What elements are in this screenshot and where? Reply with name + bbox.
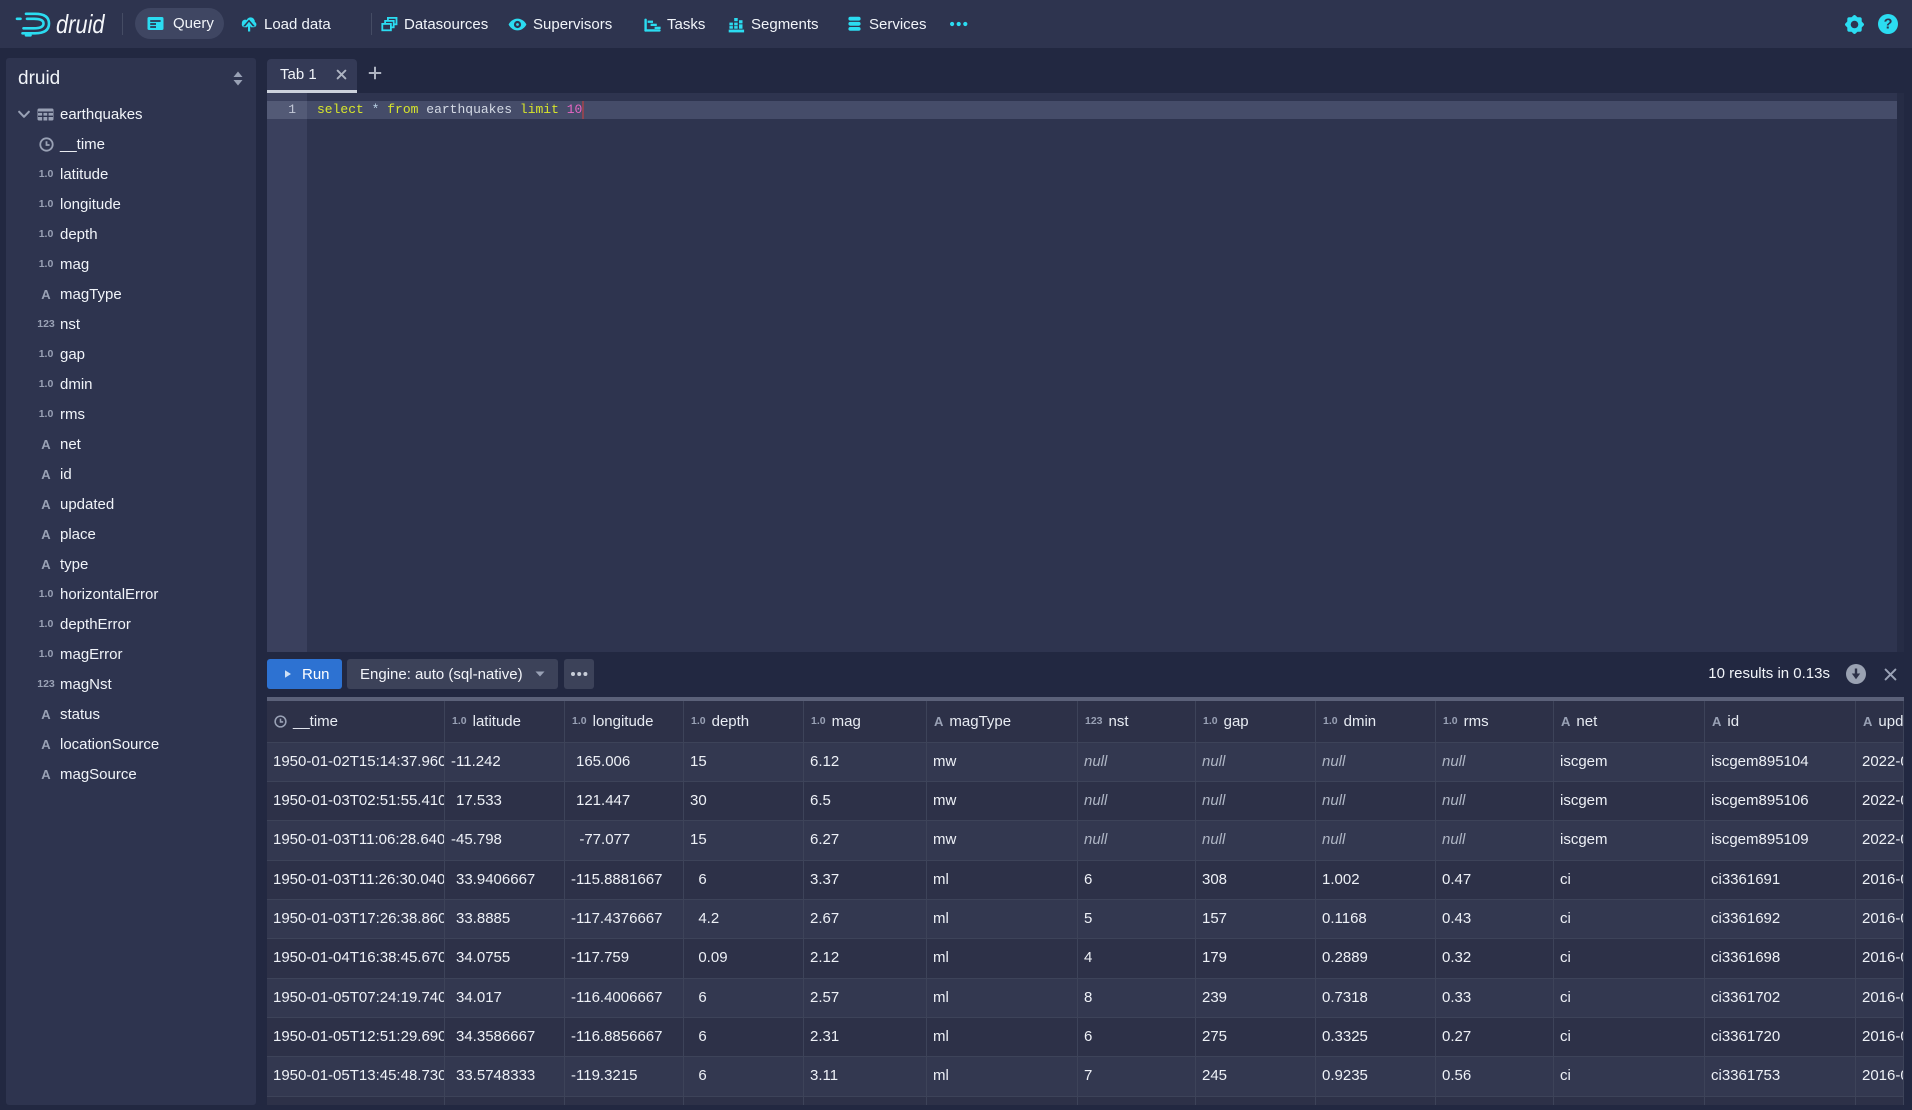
svg-text:?: ? — [1884, 17, 1893, 33]
